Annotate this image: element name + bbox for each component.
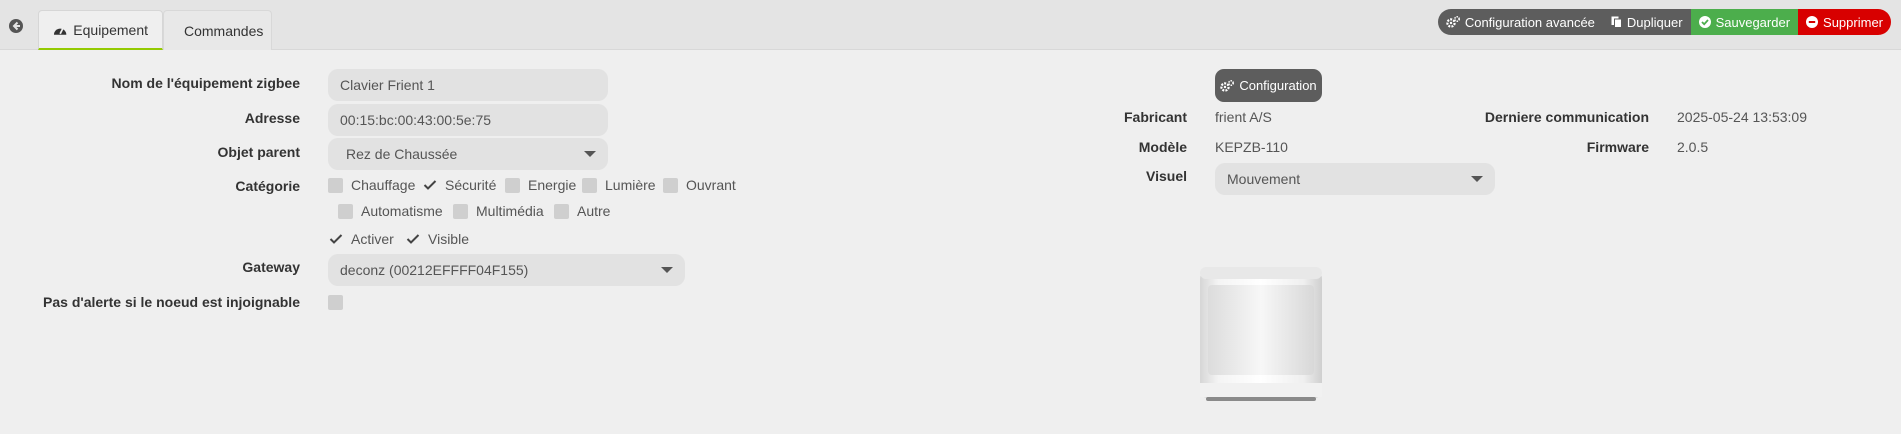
advanced-config-button[interactable]: Configuration avancée — [1437, 9, 1603, 35]
firmware-value: 2.0.5 — [1677, 139, 1709, 155]
activate-checkbox[interactable]: Activer — [328, 231, 394, 247]
address-field[interactable]: 00:15:bc:00:43:00:5e:75 — [328, 104, 608, 136]
gateway-select[interactable]: deconz (00212EFFFF04F155) — [328, 254, 685, 286]
action-buttons: Configuration avancée Dupliquer Sauvegar… — [1437, 9, 1891, 35]
manufacturer-label: Fabricant — [1123, 109, 1187, 125]
manufacturer-value: frient A/S — [1215, 109, 1272, 125]
delete-label: Supprimer — [1823, 14, 1883, 30]
address-label: Adresse — [244, 110, 300, 126]
minus-circle-icon — [1806, 16, 1819, 28]
checkbox-icon — [505, 177, 520, 193]
arrow-circle-left-icon — [9, 19, 23, 33]
checkbox-icon — [453, 203, 468, 219]
checkbox-icon — [328, 295, 343, 310]
back-button[interactable] — [6, 16, 26, 36]
visual-label: Visuel — [1146, 168, 1187, 184]
tab-commandes[interactable]: Commandes — [163, 10, 272, 50]
last-communication-value: 2025-05-24 13:53:09 — [1677, 109, 1807, 125]
name-field[interactable]: Clavier Frient 1 — [328, 69, 608, 101]
top-bar: Equipement Commandes Configuration avanc… — [0, 0, 1901, 50]
activate-label: Activer — [351, 231, 394, 247]
category-multimedia[interactable]: Multimédia — [453, 203, 544, 219]
duplicate-button[interactable]: Dupliquer — [1602, 9, 1691, 35]
visible-label: Visible — [428, 231, 469, 247]
name-label: Nom de l'équipement zigbee — [111, 75, 300, 91]
gateway-label: Gateway — [242, 259, 300, 275]
category-label-text: Sécurité — [445, 177, 497, 193]
duplicate-label: Dupliquer — [1626, 14, 1683, 30]
category-label-text: Chauffage — [351, 177, 416, 193]
checkmark-icon — [405, 232, 420, 247]
category-label-text: Multimédia — [476, 203, 544, 219]
gateway-value: deconz (00212EFFFF04F155) — [340, 262, 529, 278]
tab-equipement-label: Equipement — [73, 21, 148, 38]
model-value: KEPZB-110 — [1215, 139, 1288, 155]
visual-value: Mouvement — [1227, 171, 1301, 187]
category-chauffage[interactable]: Chauffage — [328, 177, 415, 193]
device-image — [1198, 265, 1324, 408]
check-circle-icon — [1698, 16, 1711, 28]
category-label-text: Energie — [528, 177, 577, 193]
last-communication-label: Derniere communication — [1484, 109, 1649, 125]
address-value: 00:15:bc:00:43:00:5e:75 — [340, 112, 492, 128]
parent-label: Objet parent — [217, 144, 300, 160]
chevron-down-icon — [661, 267, 673, 273]
category-label-text: Automatisme — [361, 203, 443, 219]
tab-equipement[interactable]: Equipement — [38, 10, 163, 50]
tab-commandes-label: Commandes — [184, 22, 264, 39]
category-label-text: Autre — [577, 203, 611, 219]
category-autre[interactable]: Autre — [554, 203, 610, 219]
checkbox-icon — [338, 203, 353, 219]
save-button[interactable]: Sauvegarder — [1690, 9, 1799, 35]
checkbox-icon — [554, 203, 569, 219]
category-label: Catégorie — [235, 178, 300, 194]
copy-icon — [1611, 16, 1622, 28]
name-value: Clavier Frient 1 — [340, 77, 435, 93]
tachometer-icon — [53, 27, 67, 35]
delete-button[interactable]: Supprimer — [1798, 9, 1891, 35]
category-lumiere[interactable]: Lumière — [582, 177, 656, 193]
checkmark-icon — [422, 178, 437, 193]
category-ouvrant[interactable]: Ouvrant — [663, 177, 736, 193]
checkbox-icon — [328, 177, 343, 193]
parent-value: Rez de Chaussée — [346, 146, 458, 162]
category-label-text: Ouvrant — [686, 177, 736, 193]
visual-select[interactable]: Mouvement — [1215, 163, 1495, 195]
category-energie[interactable]: Energie — [505, 177, 576, 193]
cogs-icon — [1220, 79, 1235, 92]
model-label: Modèle — [1138, 139, 1187, 155]
category-automatisme[interactable]: Automatisme — [338, 203, 443, 219]
checkbox-icon — [663, 177, 678, 193]
no-alert-label: Pas d'alerte si le noeud est injoignable — [43, 294, 300, 310]
category-securite[interactable]: Sécurité — [422, 177, 496, 193]
visible-checkbox[interactable]: Visible — [405, 231, 469, 247]
cogs-icon — [1446, 16, 1460, 28]
chevron-down-icon — [1471, 176, 1483, 182]
category-label-text: Lumière — [605, 177, 656, 193]
advanced-config-label: Configuration avancée — [1464, 14, 1595, 30]
save-label: Sauvegarder — [1715, 14, 1791, 30]
checkbox-icon — [582, 177, 597, 193]
parent-select[interactable]: Rez de Chaussée — [328, 138, 608, 170]
configuration-label: Configuration — [1239, 78, 1317, 93]
configuration-button[interactable]: Configuration — [1215, 69, 1322, 102]
chevron-down-icon — [584, 151, 596, 157]
firmware-label: Firmware — [1586, 139, 1649, 155]
checkmark-icon — [328, 232, 343, 247]
no-alert-checkbox[interactable] — [328, 295, 343, 310]
